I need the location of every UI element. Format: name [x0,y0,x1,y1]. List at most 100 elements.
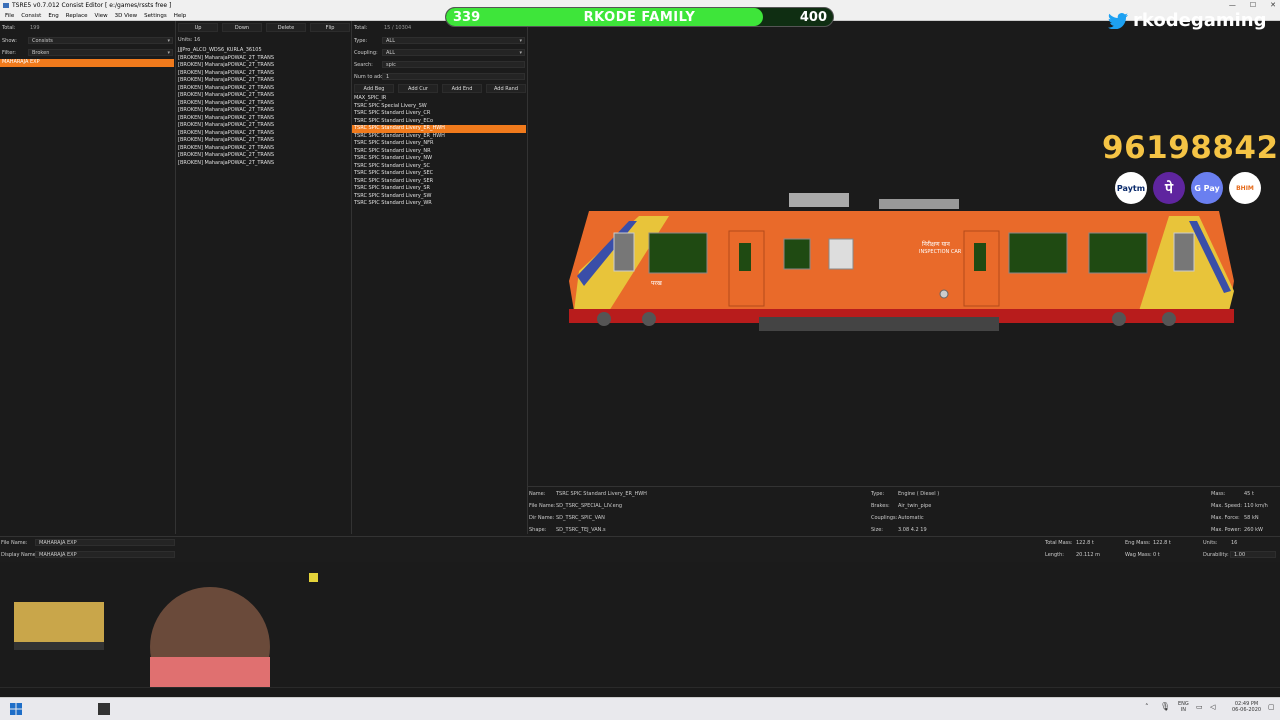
max-power-value: 260 kW [1244,527,1263,533]
list-item[interactable]: [BROKEN] MaharajaPOWAC_2T_TRANS [176,92,350,100]
add-cur-button[interactable]: Add Cur [398,84,438,93]
list-item[interactable]: TSRC SPIC Standard Livery_SR [352,185,526,193]
brakes-label: Brakes: [871,503,890,509]
consist-preview-strip[interactable] [0,562,1280,707]
3d-preview[interactable]: परख निरीक्षण यान INSPECTION CAR [529,21,1280,486]
max-force-value: 58 kN [1244,515,1259,521]
menu-help[interactable]: Help [174,11,187,20]
list-item[interactable]: [BROKEN] MaharajaPOWAC_2T_TRANS [176,107,350,115]
file-name-label: File Name: [529,503,556,509]
menu-consist[interactable]: Consist [21,11,41,20]
filter-select-value: Broken [32,50,50,56]
chevron-up-icon[interactable]: ˄ [1145,703,1149,711]
list-item[interactable]: [BROKEN] MaharajaPOWAC_2T_TRANS [176,145,350,153]
dir-name-label: Dir Name: [529,515,555,521]
num-to-add-input[interactable]: 1 [382,73,525,80]
list-item[interactable]: TSRC SPIC Standard Livery_SEC [352,170,526,178]
list-item[interactable]: [BROKEN] MaharajaPOWAC_2T_TRANS [176,55,350,63]
properties-panel: Name: TSRC SPIC Standard Livery_ER_HWH F… [528,486,1280,534]
list-item[interactable]: TSRC SPIC Standard Livery_SER [352,178,526,186]
display-name-input[interactable]: MAHARAJA EXP [35,551,175,558]
menu-3d-view[interactable]: 3D View [115,11,138,20]
eng-total-value: 15 / 10304 [384,25,412,31]
list-item[interactable]: [BROKEN] MaharajaPOWAC_2T_TRANS [176,160,350,168]
menu-eng[interactable]: Eng [48,11,58,20]
list-item[interactable]: TSRC SPIC Standard Livery_SC [352,163,526,171]
list-item[interactable]: [BROKEN] MaharajaPOWAC_2T_TRANS [176,122,350,130]
list-item[interactable]: TSRC SPIC Standard Livery_WR [352,200,526,208]
mass-value: 45 t [1244,491,1254,497]
add-end-button[interactable]: Add End [442,84,482,93]
list-item-selected[interactable]: TSRC SPIC Standard Livery_ER_HWH [352,125,526,133]
windows-taskbar: ˄ 🎙 ENG IN ▭ ◁ 02:49 PM 06-06-2020 ▢ [0,697,1280,720]
language-indicator[interactable]: ENG IN [1178,701,1189,713]
unit-list: JJJPro_ALCO_WDS6_KURLA_36105 [BROKEN] Ma… [176,47,350,167]
list-item[interactable]: [BROKEN] MaharajaPOWAC_2T_TRANS [176,115,350,123]
list-item[interactable]: TSRC SPIC Standard Livery_ECo [352,118,526,126]
list-item[interactable]: TSRC SPIC Standard Livery_NW [352,155,526,163]
list-item[interactable]: JJJPro_ALCO_WDS6_KURLA_36105 [176,47,350,55]
phone-number: 9619884252 [1102,130,1280,166]
search-input[interactable]: spic [382,61,525,68]
filter-select[interactable]: Broken ▾ [28,49,173,56]
list-item[interactable]: MAX_SPIC_IR [352,95,526,103]
list-item[interactable]: TSRC SPIC Special Livery_SW [352,103,526,111]
file-name-label: File Name: [1,540,28,546]
units-value: 16 [194,37,201,43]
network-icon[interactable]: ▭ [1196,703,1203,711]
list-item[interactable]: [BROKEN] MaharajaPOWAC_2T_TRANS [176,85,350,93]
couplings-label: Couplings: [871,515,898,521]
microphone-icon[interactable]: 🎙 [1160,702,1170,711]
flip-button[interactable]: Flip [310,23,350,32]
down-button[interactable]: Down [222,23,262,32]
list-item[interactable]: TSRC SPIC Standard Livery_CR [352,110,526,118]
notification-icon[interactable]: ▢ [1268,703,1275,711]
list-item[interactable]: TSRC SPIC Standard Livery_ER_HWH [352,133,526,141]
list-item[interactable]: TSRC SPIC Standard Livery_SW [352,193,526,201]
tsre-taskbar-icon[interactable] [98,703,110,715]
delete-button[interactable]: Delete [266,23,306,32]
list-item[interactable]: [BROKEN] MaharajaPOWAC_2T_TRANS [176,130,350,138]
gpay-icon: G Pay [1191,172,1223,204]
durability-input[interactable]: 1.00 [1230,551,1276,558]
consist-list-panel: Total: 199 Show: Consists ▾ Filter: Brok… [0,21,176,534]
show-select[interactable]: Consists ▾ [28,37,173,44]
list-item[interactable]: TSRC SPIC Standard Livery_NR [352,148,526,156]
clock[interactable]: 02:49 PM 06-06-2020 [1232,701,1261,713]
clock-date: 06-06-2020 [1232,707,1262,713]
coupling-select[interactable]: ALL ▾ [382,49,525,56]
menu-settings[interactable]: Settings [144,11,167,20]
add-beg-button[interactable]: Add Beg [354,84,394,93]
list-item[interactable]: [BROKEN] MaharajaPOWAC_2T_TRANS [176,152,350,160]
coach-model [569,193,1234,331]
list-item[interactable]: [BROKEN] MaharajaPOWAC_2T_TRANS [176,100,350,108]
file-name-input[interactable]: MAHARAJA EXP [35,539,175,546]
total-mass-label: Total Mass: [1045,540,1073,546]
max-speed-label: Max. Speed: [1211,503,1242,509]
list-item[interactable]: [BROKEN] MaharajaPOWAC_2T_TRANS [176,62,350,70]
consist-info-bar: File Name: MAHARAJA EXP Display Name: MA… [0,536,1280,562]
units-total-label: Units: [1203,540,1218,546]
volume-icon[interactable]: ◁ [1210,703,1215,711]
type-select[interactable]: ALL ▾ [382,37,525,44]
paytm-icon: Paytm [1115,172,1147,204]
list-item[interactable]: MAHARAJA EXP [0,59,174,67]
list-item[interactable]: [BROKEN] MaharajaPOWAC_2T_TRANS [176,70,350,78]
horizontal-scrollbar[interactable] [0,687,1280,697]
size-label: Size: [871,527,883,533]
chevron-down-icon: ▾ [519,38,522,44]
menu-view[interactable]: View [95,11,108,20]
list-item[interactable]: TSRC SPIC Standard Livery_NFR [352,140,526,148]
close-button[interactable]: ✕ [1270,0,1276,11]
windows-start-icon[interactable] [10,703,22,715]
up-button[interactable]: Up [178,23,218,32]
list-item[interactable]: [BROKEN] MaharajaPOWAC_2T_TRANS [176,77,350,85]
type-label: Type: [354,38,368,44]
coach-label-hindi: निरीक्षण यान [922,241,950,248]
menu-file[interactable]: File [5,11,14,20]
add-rand-button[interactable]: Add Rand [486,84,526,93]
twitter-handle: rkodegaming [1108,10,1266,31]
num-to-add-label: Num to add: [354,74,386,80]
list-item[interactable]: [BROKEN] MaharajaPOWAC_2T_TRANS [176,137,350,145]
menu-replace[interactable]: Replace [66,11,88,20]
